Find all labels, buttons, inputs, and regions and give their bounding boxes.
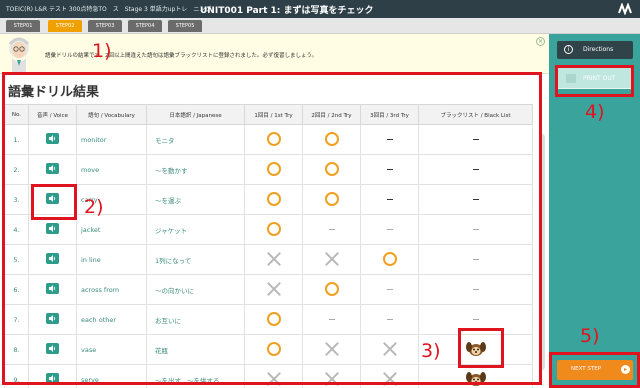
title-bar: TOEIC(R) L&R テスト 300点特急TO ス Stage 3 単語力u… xyxy=(0,0,640,18)
annotation-label-2: 2) xyxy=(84,196,104,218)
annotation-box-voice xyxy=(31,184,77,220)
directions-button[interactable]: i Directions xyxy=(557,41,633,59)
result-banner: 語彙ドリルの結果です。2回以上間違えた語句は語彙ブラックリストに登録されました。… xyxy=(0,34,549,74)
banner-message: 語彙ドリルの結果です。2回以上間違えた語句は語彙ブラックリストに登録されました。… xyxy=(45,53,318,59)
tab-step01[interactable]: STEP01 xyxy=(6,20,40,32)
tab-step04[interactable]: STEP04 xyxy=(128,20,162,32)
directions-label: Directions xyxy=(583,46,614,53)
breadcrumb: TOEIC(R) L&R テスト 300点特急TO ス Stage 3 単語力u… xyxy=(6,6,212,13)
annotation-label-5: 5) xyxy=(580,325,600,347)
step-tabs: STEP01 STEP02 STEP03 STEP04 STEP05 xyxy=(0,18,640,34)
annotation-label-3: 3) xyxy=(421,340,441,362)
teacher-mascot-icon xyxy=(4,36,34,72)
info-icon: i xyxy=(564,45,573,54)
annotation-box-print xyxy=(555,65,634,97)
annotation-label-4: 4) xyxy=(585,101,605,123)
annotation-box-next xyxy=(549,352,640,388)
tab-step02[interactable]: STEP02 xyxy=(48,20,82,32)
close-icon[interactable]: × xyxy=(536,37,545,46)
tab-step03[interactable]: STEP03 xyxy=(88,20,122,32)
app-logo-icon xyxy=(618,2,632,16)
annotation-box-blacklist xyxy=(458,328,504,368)
tab-step05[interactable]: STEP05 xyxy=(168,20,202,32)
page-title: UNIT001 Part 1: まずは写真をチェック xyxy=(200,6,374,16)
annotation-label-1: 1) xyxy=(92,40,112,62)
